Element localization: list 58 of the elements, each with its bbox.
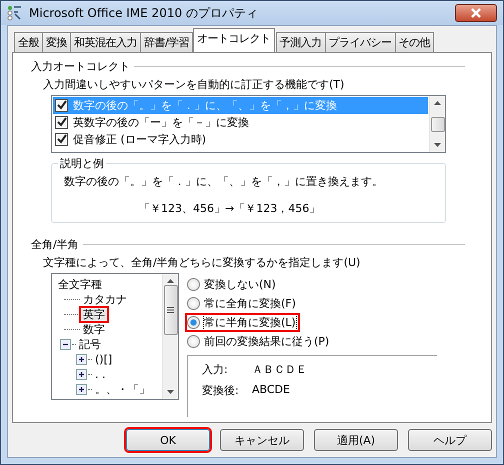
expand-icon[interactable] bbox=[76, 369, 87, 380]
checkbox[interactable] bbox=[55, 116, 68, 129]
collapse-icon[interactable] bbox=[60, 339, 71, 350]
list-item[interactable]: 促音修正 (ローマ字入力時) bbox=[53, 131, 428, 148]
tree-item[interactable]: 記号 bbox=[77, 338, 103, 351]
tab[interactable]: 予測入力 bbox=[276, 32, 326, 52]
list-item[interactable]: 英数字の後の「ー」を「－」に変換 bbox=[53, 114, 428, 131]
close-button[interactable] bbox=[455, 4, 497, 22]
window-title: Microsoft Office IME 2010 のプロパティ bbox=[29, 4, 259, 22]
dialog-button[interactable]: OK bbox=[126, 429, 210, 451]
group-title: 入力オートコレクト bbox=[31, 59, 130, 74]
item-label: 英数字の後の「ー」を「－」に変換 bbox=[73, 115, 249, 130]
preview-label: 入力: bbox=[202, 362, 229, 377]
item-label: 促音修正 (ローマ字入力時) bbox=[73, 132, 206, 147]
tab[interactable]: 変換 bbox=[42, 32, 71, 52]
dialog-button[interactable]: 適用(A) bbox=[314, 429, 398, 451]
group-title: 説明と例 bbox=[58, 156, 106, 171]
scrollbar[interactable] bbox=[162, 274, 178, 399]
expand-icon[interactable] bbox=[76, 354, 87, 365]
radio-option[interactable]: 変換しない(N) bbox=[187, 277, 278, 292]
radio-option[interactable]: 常に全角に変換(F) bbox=[187, 296, 298, 311]
radio-option[interactable]: 常に半角に変換(L) bbox=[187, 315, 298, 330]
preview-value: ＡＢＣＤＥ bbox=[252, 362, 307, 377]
preview-label: 変換後: bbox=[202, 383, 240, 398]
grip-icon bbox=[167, 307, 174, 313]
dialog-button[interactable]: ヘルプ bbox=[408, 429, 492, 451]
radio-option[interactable]: 前回の変換結果に従う(P) bbox=[187, 334, 332, 349]
up-arrow-icon[interactable] bbox=[167, 279, 174, 283]
preview-value: ABCDE bbox=[252, 383, 290, 398]
up-arrow-icon[interactable] bbox=[434, 101, 441, 105]
close-icon bbox=[471, 8, 481, 18]
checkbox[interactable] bbox=[55, 99, 68, 112]
tab[interactable]: オートコレクト bbox=[193, 28, 275, 52]
tab[interactable]: プライバシー bbox=[324, 32, 396, 52]
down-arrow-icon[interactable] bbox=[434, 143, 441, 147]
tree-item[interactable]: 英字 bbox=[81, 308, 107, 321]
tab[interactable]: その他 bbox=[394, 32, 434, 52]
checkbox[interactable] bbox=[55, 133, 68, 146]
description-text: 入力間違いしやすいパターンを自動的に訂正する機能です(T) bbox=[42, 77, 346, 92]
tab[interactable]: 全般 bbox=[14, 32, 43, 52]
description-text: 文字種によって、全角/半角どちらに変換するかを指定します(U) bbox=[42, 255, 362, 270]
tree-item[interactable]: . . bbox=[93, 368, 108, 381]
tree-item[interactable]: 。、・「」 bbox=[93, 383, 152, 396]
item-label: 数字の後の「。」を「．」に、「、」を「，」に変換 bbox=[73, 98, 337, 113]
tab[interactable]: 和英混在入力 bbox=[70, 32, 141, 52]
app-icon bbox=[7, 5, 23, 21]
dialog-button[interactable]: キャンセル bbox=[220, 429, 304, 451]
down-arrow-icon[interactable] bbox=[167, 390, 174, 394]
tree-item[interactable]: カタカナ bbox=[81, 293, 129, 306]
expand-icon[interactable] bbox=[76, 384, 87, 395]
example-sample: 「￥123、456」→「￥123，456」 bbox=[139, 201, 322, 216]
scrollbar[interactable] bbox=[429, 96, 445, 152]
tab[interactable]: 辞書/学習 bbox=[140, 32, 194, 52]
example-text: 数字の後の「。」を「．」に、「、」を「，」に置き換えます。 bbox=[64, 174, 384, 189]
tree-item[interactable]: ()[] bbox=[93, 353, 114, 366]
group-title: 全角/半角 bbox=[31, 237, 79, 252]
tree-item[interactable]: 全文字種 bbox=[56, 278, 104, 291]
tree-item[interactable]: 数字 bbox=[81, 323, 107, 336]
